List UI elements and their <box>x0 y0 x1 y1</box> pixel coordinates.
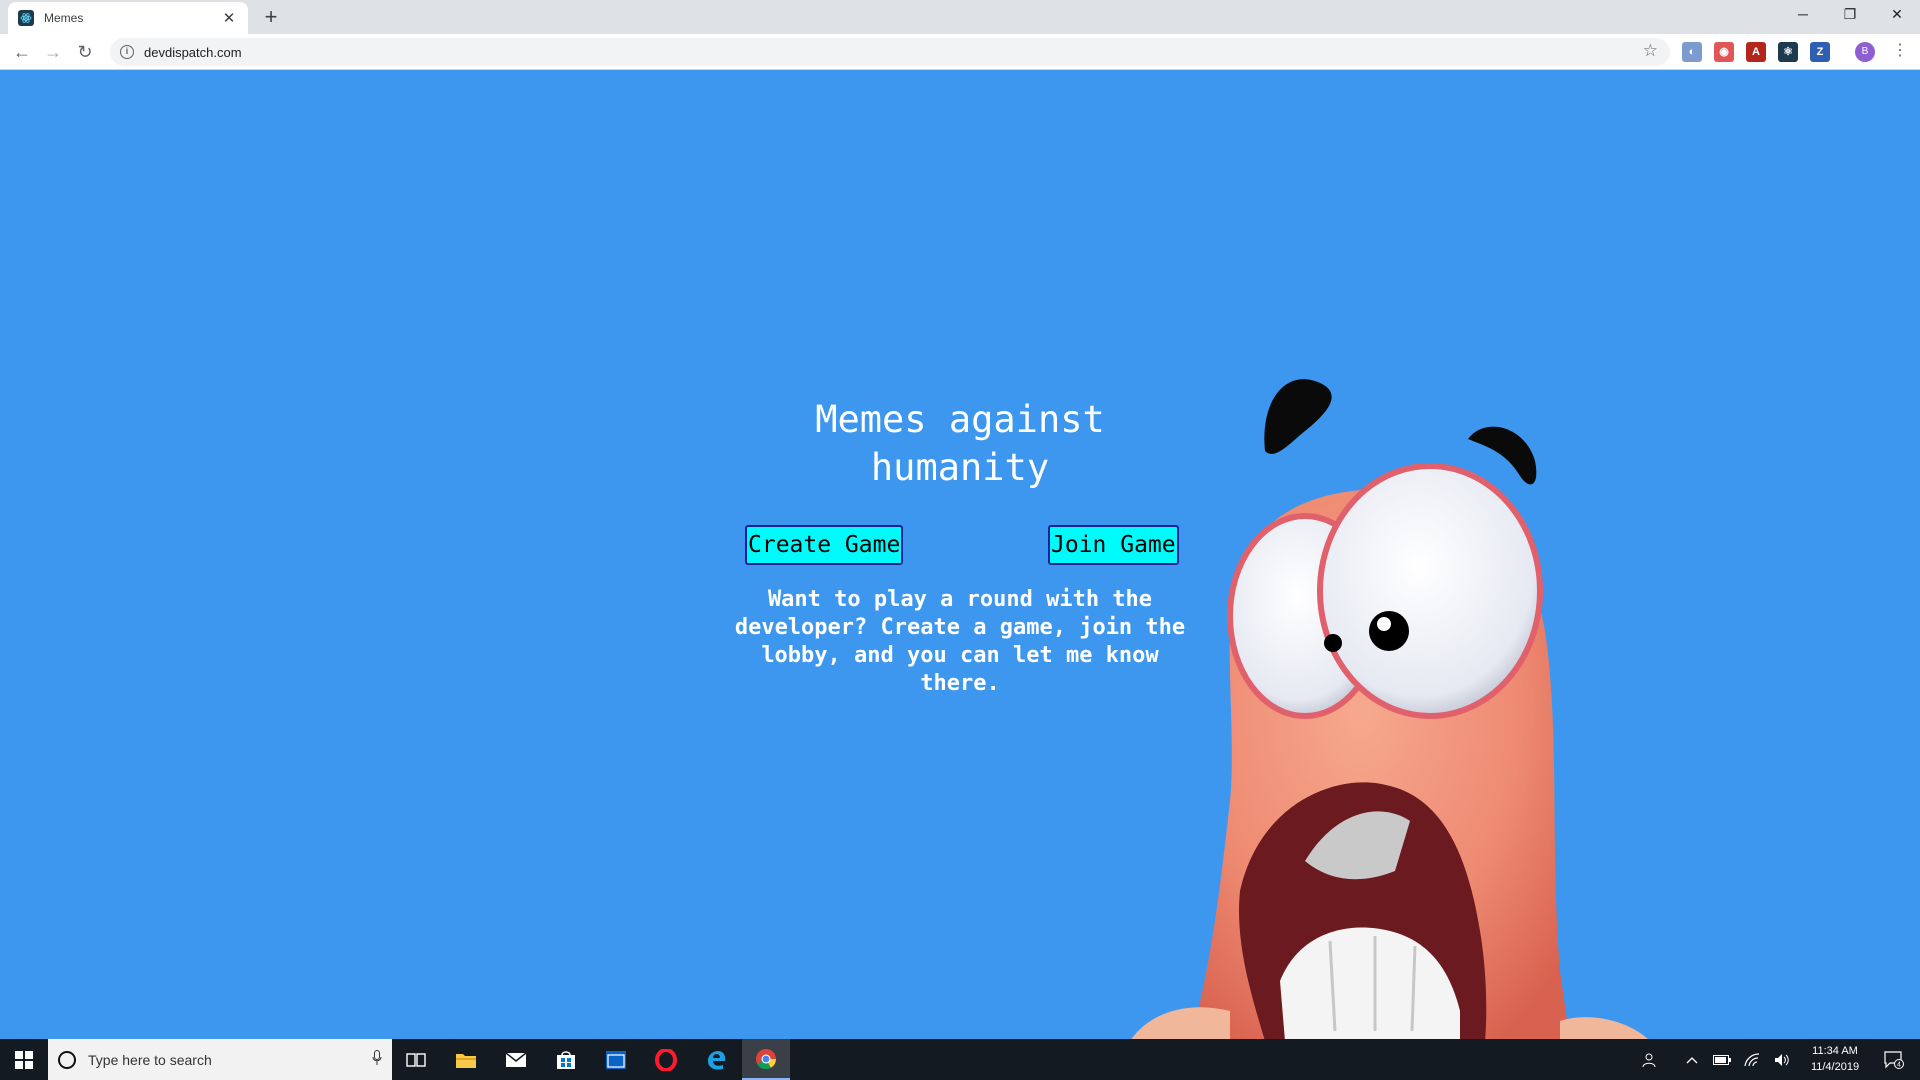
windows-start-icon[interactable] <box>0 1039 48 1080</box>
search-placeholder: Type here to search <box>88 1051 212 1068</box>
chrome-icon[interactable] <box>742 1039 790 1080</box>
battery-icon[interactable] <box>1710 1039 1734 1080</box>
task-view-icon[interactable] <box>392 1039 440 1080</box>
react-devtools-icon[interactable]: ⚛ <box>1778 42 1798 62</box>
extension-icon[interactable]: ◉ <box>1714 42 1734 62</box>
windows-taskbar: Type here to search 11:34 AM 11/4/2019 4 <box>0 1039 1920 1080</box>
page-content: Memes against humanity Create Game Join … <box>0 71 1920 1039</box>
notification-count: 4 <box>1897 1061 1901 1068</box>
microphone-icon[interactable] <box>362 1050 392 1069</box>
browser-tab[interactable]: Memes ✕ <box>8 2 248 34</box>
tab-title: Memes <box>44 11 84 25</box>
people-icon[interactable] <box>1636 1039 1664 1080</box>
reload-button[interactable]: ↻ <box>71 38 99 66</box>
scared-creature-illustration <box>1131 379 1648 1039</box>
react-favicon-icon <box>18 10 34 26</box>
address-bar[interactable]: i devdispatch.com ☆ <box>110 38 1670 66</box>
url-text[interactable]: devdispatch.com <box>144 45 242 60</box>
tab-close-icon[interactable]: ✕ <box>220 9 238 27</box>
show-hidden-icons-icon[interactable] <box>1680 1039 1704 1080</box>
clock-date: 11/4/2019 <box>1810 1061 1860 1073</box>
profile-avatar[interactable]: B <box>1855 42 1875 62</box>
new-tab-button[interactable]: + <box>258 4 284 30</box>
site-info-icon[interactable]: i <box>120 45 134 59</box>
close-window-button[interactable]: ✕ <box>1874 0 1920 30</box>
opera-icon[interactable] <box>642 1039 690 1080</box>
extension-icon[interactable]: ◐ <box>1682 42 1702 62</box>
app-window-icon[interactable] <box>592 1039 640 1080</box>
pdf-extension-icon[interactable]: A <box>1746 42 1766 62</box>
wifi-icon[interactable] <box>1740 1039 1764 1080</box>
edge-icon[interactable] <box>692 1039 740 1080</box>
file-explorer-icon[interactable] <box>442 1039 490 1080</box>
volume-icon[interactable] <box>1770 1039 1794 1080</box>
store-icon[interactable] <box>542 1039 590 1080</box>
cortana-icon <box>58 1050 76 1069</box>
restore-button[interactable]: ❐ <box>1827 0 1873 30</box>
back-button[interactable]: ← <box>8 38 36 66</box>
bookmark-star-icon[interactable]: ☆ <box>1643 41 1658 61</box>
zotero-extension-icon[interactable]: Z <box>1810 42 1830 62</box>
mail-icon[interactable] <box>492 1039 540 1080</box>
clock-time: 11:34 AM <box>1812 1045 1858 1057</box>
browser-toolbar: ← → ↻ i devdispatch.com ☆ ◐ ◉ A ⚛ Z B ⋮ <box>0 34 1920 70</box>
minimize-button[interactable]: ─ <box>1780 0 1826 30</box>
forward-button[interactable]: → <box>39 38 67 66</box>
taskbar-clock[interactable]: 11:34 AM 11/4/2019 <box>1800 1043 1870 1075</box>
create-game-button[interactable]: Create Game <box>745 525 904 565</box>
action-center-icon[interactable]: 4 <box>1876 1039 1912 1080</box>
browser-tab-bar: Memes ✕ + ─ ❐ ✕ <box>0 0 1920 34</box>
browser-menu-icon[interactable]: ⋮ <box>1890 40 1910 62</box>
taskbar-search-box[interactable]: Type here to search <box>48 1039 392 1080</box>
